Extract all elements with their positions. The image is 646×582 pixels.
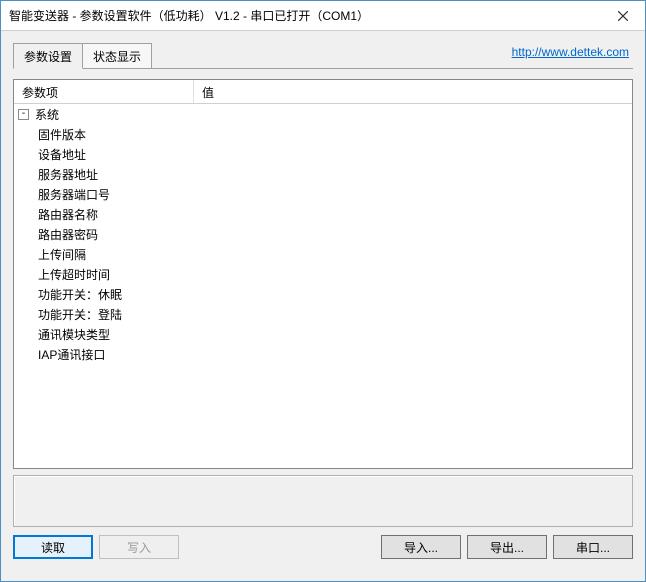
param-row[interactable]: 功能开关：登陆: [14, 304, 632, 324]
vendor-link[interactable]: http://www.dettek.com: [512, 45, 629, 59]
param-row[interactable]: 服务器地址: [14, 164, 632, 184]
button-spacer: [185, 535, 375, 559]
header-value[interactable]: 值: [194, 80, 632, 103]
export-button[interactable]: 导出...: [467, 535, 547, 559]
button-row: 读取 写入 导入... 导出... 串口...: [13, 535, 633, 559]
param-label: IAP通讯接口: [38, 346, 105, 363]
param-label: 功能开关：休眠: [38, 286, 122, 303]
main-window: 智能变送器 - 参数设置软件（低功耗） V1.2 - 串口已打开（COM1） 参…: [0, 0, 646, 582]
client-area: 参数设置 状态显示 http://www.dettek.com 参数项 值 - …: [1, 31, 645, 581]
close-icon: [618, 11, 628, 21]
grid-header: 参数项 值: [14, 80, 632, 104]
titlebar[interactable]: 智能变送器 - 参数设置软件（低功耗） V1.2 - 串口已打开（COM1）: [1, 1, 645, 31]
param-label: 服务器地址: [38, 166, 98, 183]
tab-param-settings[interactable]: 参数设置: [13, 43, 83, 69]
tab-status-display[interactable]: 状态显示: [82, 43, 152, 68]
param-label: 固件版本: [38, 126, 86, 143]
write-button[interactable]: 写入: [99, 535, 179, 559]
param-row[interactable]: 服务器端口号: [14, 184, 632, 204]
tabs: 参数设置 状态显示: [13, 44, 152, 68]
description-panel: [13, 475, 633, 527]
param-label: 上传间隔: [38, 246, 86, 263]
param-row[interactable]: 功能开关：休眠: [14, 284, 632, 304]
param-label: 服务器端口号: [38, 186, 110, 203]
param-row[interactable]: 路由器密码: [14, 224, 632, 244]
param-row[interactable]: 设备地址: [14, 144, 632, 164]
property-grid[interactable]: 参数项 值 - 系统 固件版本设备地址服务器地址服务器端口号路由器名称路由器密码…: [13, 79, 633, 469]
header-param[interactable]: 参数项: [14, 80, 194, 103]
serial-button[interactable]: 串口...: [553, 535, 633, 559]
param-label: 设备地址: [38, 146, 86, 163]
param-row[interactable]: 上传间隔: [14, 244, 632, 264]
param-row[interactable]: 上传超时时间: [14, 264, 632, 284]
param-row[interactable]: 固件版本: [14, 124, 632, 144]
grid-body[interactable]: - 系统 固件版本设备地址服务器地址服务器端口号路由器名称路由器密码上传间隔上传…: [14, 104, 632, 468]
param-label: 功能开关：登陆: [38, 306, 122, 323]
tab-row: 参数设置 状态显示 http://www.dettek.com: [13, 43, 633, 69]
param-row[interactable]: 通讯模块类型: [14, 324, 632, 344]
param-row[interactable]: 路由器名称: [14, 204, 632, 224]
window-title: 智能变送器 - 参数设置软件（低功耗） V1.2 - 串口已打开（COM1）: [9, 7, 369, 24]
param-label: 通讯模块类型: [38, 326, 110, 343]
import-button[interactable]: 导入...: [381, 535, 461, 559]
param-row[interactable]: IAP通讯接口: [14, 344, 632, 364]
param-label: 上传超时时间: [38, 266, 110, 283]
param-label: 路由器名称: [38, 206, 98, 223]
category-label: 系统: [35, 106, 59, 123]
read-button[interactable]: 读取: [13, 535, 93, 559]
category-row[interactable]: - 系统: [14, 104, 632, 124]
param-label: 路由器密码: [38, 226, 98, 243]
expand-toggle[interactable]: -: [18, 109, 29, 120]
close-button[interactable]: [600, 1, 645, 30]
tab-underline: [13, 68, 633, 69]
grid-wrap: 参数项 值 - 系统 固件版本设备地址服务器地址服务器端口号路由器名称路由器密码…: [13, 79, 633, 569]
